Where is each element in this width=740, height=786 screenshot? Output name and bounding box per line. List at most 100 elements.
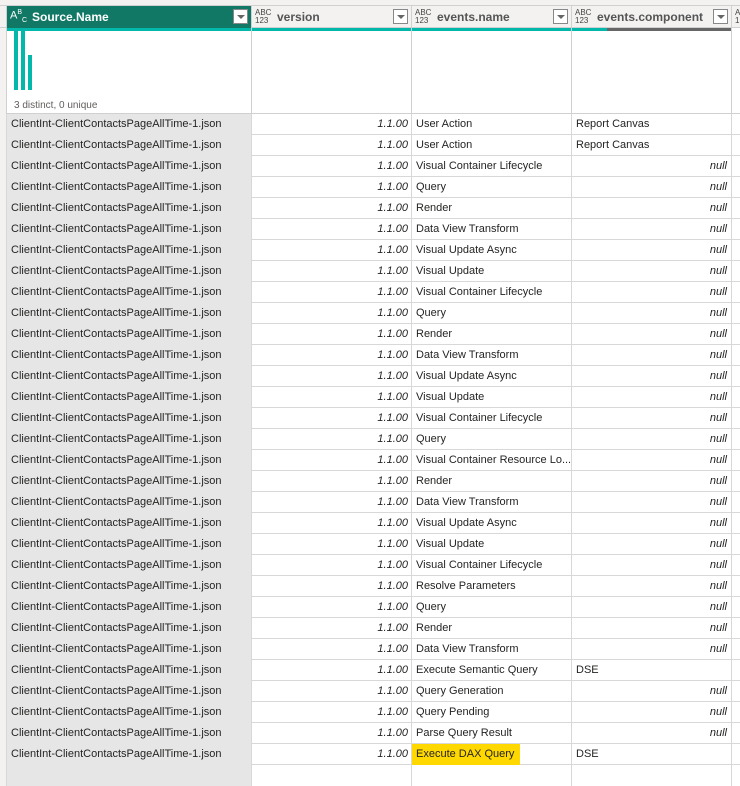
row-number[interactable]	[0, 450, 7, 471]
row-number[interactable]	[0, 429, 7, 450]
table-row[interactable]: ClientInt-ClientContactsPageAllTime-1.js…	[0, 408, 740, 429]
cell-events-component[interactable]: null	[572, 282, 732, 303]
cell-version[interactable]: 1.1.00	[252, 198, 412, 219]
cell-events-name[interactable]: Query	[412, 429, 572, 450]
table-row[interactable]: ClientInt-ClientContactsPageAllTime-1.js…	[0, 723, 740, 744]
cell-partial[interactable]	[732, 387, 740, 408]
row-number[interactable]	[0, 324, 7, 345]
cell-source-name[interactable]: ClientInt-ClientContactsPageAllTime-1.js…	[7, 408, 252, 429]
cell-version[interactable]: 1.1.00	[252, 156, 412, 177]
cell-version[interactable]: 1.1.00	[252, 345, 412, 366]
cell-source-name[interactable]: ClientInt-ClientContactsPageAllTime-1.js…	[7, 240, 252, 261]
cell-source-name[interactable]: ClientInt-ClientContactsPageAllTime-1.js…	[7, 471, 252, 492]
cell-partial[interactable]	[732, 198, 740, 219]
row-number[interactable]	[0, 660, 7, 681]
cell-source-name[interactable]: ClientInt-ClientContactsPageAllTime-1.js…	[7, 387, 252, 408]
cell-events-name[interactable]: Query Generation	[412, 681, 572, 702]
cell-events-component[interactable]: null	[572, 450, 732, 471]
cell-version[interactable]: 1.1.00	[252, 513, 412, 534]
row-number[interactable]	[0, 198, 7, 219]
row-number[interactable]	[0, 618, 7, 639]
filter-dropdown-icon[interactable]	[233, 9, 248, 24]
cell-version[interactable]: 1.1.00	[252, 219, 412, 240]
cell-version[interactable]: 1.1.00	[252, 597, 412, 618]
cell-events-name[interactable]: User Action	[412, 114, 572, 135]
row-number[interactable]	[0, 702, 7, 723]
row-number[interactable]	[0, 114, 7, 135]
row-number[interactable]	[0, 177, 7, 198]
cell-source-name[interactable]: ClientInt-ClientContactsPageAllTime-1.js…	[7, 429, 252, 450]
cell-version[interactable]: 1.1.00	[252, 408, 412, 429]
cell-partial[interactable]	[732, 555, 740, 576]
cell-version[interactable]: 1.1.00	[252, 282, 412, 303]
cell-events-name[interactable]: Query	[412, 597, 572, 618]
cell-source-name[interactable]: ClientInt-ClientContactsPageAllTime-1.js…	[7, 366, 252, 387]
cell-source-name[interactable]: ClientInt-ClientContactsPageAllTime-1.js…	[7, 744, 252, 786]
cell-events-component[interactable]: null	[572, 513, 732, 534]
cell-source-name[interactable]: ClientInt-ClientContactsPageAllTime-1.js…	[7, 303, 252, 324]
cell-events-component[interactable]: null	[572, 408, 732, 429]
cell-events-component[interactable]: null	[572, 387, 732, 408]
filter-dropdown-icon[interactable]	[553, 9, 568, 24]
cell-version[interactable]: 1.1.00	[252, 450, 412, 471]
cell-source-name[interactable]: ClientInt-ClientContactsPageAllTime-1.js…	[7, 492, 252, 513]
cell-source-name[interactable]: ClientInt-ClientContactsPageAllTime-1.js…	[7, 723, 252, 744]
cell-version[interactable]: 1.1.00	[252, 177, 412, 198]
cell-events-name[interactable]: Visual Container Lifecycle	[412, 282, 572, 303]
cell-events-name[interactable]: Render	[412, 471, 572, 492]
cell-source-name[interactable]: ClientInt-ClientContactsPageAllTime-1.js…	[7, 219, 252, 240]
column-header-partial[interactable]: A1	[732, 6, 740, 28]
cell-partial[interactable]	[732, 261, 740, 282]
cell-events-component[interactable]: null	[572, 597, 732, 618]
cell-partial[interactable]	[732, 681, 740, 702]
cell-events-component[interactable]: null	[572, 303, 732, 324]
table-row[interactable]: ClientInt-ClientContactsPageAllTime-1.js…	[0, 240, 740, 261]
cell-events-name[interactable]: Visual Update Async	[412, 513, 572, 534]
table-row[interactable]: ClientInt-ClientContactsPageAllTime-1.js…	[0, 345, 740, 366]
table-row[interactable]: ClientInt-ClientContactsPageAllTime-1.js…	[0, 303, 740, 324]
cell-events-name[interactable]: Query Pending	[412, 702, 572, 723]
column-header-events-name[interactable]: ABC 123 events.name	[412, 6, 572, 28]
cell-version[interactable]: 1.1.00	[252, 618, 412, 639]
cell-events-component[interactable]: null	[572, 639, 732, 660]
cell-version[interactable]: 1.1.00	[252, 114, 412, 135]
cell-version[interactable]: 1.1.00	[252, 660, 412, 681]
cell-events-component[interactable]: null	[572, 177, 732, 198]
cell-source-name[interactable]: ClientInt-ClientContactsPageAllTime-1.js…	[7, 513, 252, 534]
row-number[interactable]	[0, 135, 7, 156]
cell-events-component[interactable]: null	[572, 219, 732, 240]
table-row[interactable]: ClientInt-ClientContactsPageAllTime-1.js…	[0, 219, 740, 240]
cell-events-component[interactable]: null	[572, 156, 732, 177]
cell-partial[interactable]	[732, 744, 740, 786]
cell-events-component[interactable]: Report Canvas	[572, 114, 732, 135]
cell-version[interactable]: 1.1.00	[252, 240, 412, 261]
row-number[interactable]	[0, 471, 7, 492]
cell-events-component[interactable]: DSE	[572, 744, 732, 786]
cell-source-name[interactable]: ClientInt-ClientContactsPageAllTime-1.js…	[7, 639, 252, 660]
cell-events-component[interactable]: null	[572, 681, 732, 702]
cell-events-component[interactable]: null	[572, 492, 732, 513]
cell-source-name[interactable]: ClientInt-ClientContactsPageAllTime-1.js…	[7, 198, 252, 219]
cell-partial[interactable]	[732, 513, 740, 534]
cell-partial[interactable]	[732, 408, 740, 429]
cell-partial[interactable]	[732, 324, 740, 345]
cell-partial[interactable]	[732, 345, 740, 366]
cell-events-name[interactable]: Render	[412, 198, 572, 219]
row-number[interactable]	[0, 345, 7, 366]
row-number[interactable]	[0, 261, 7, 282]
cell-version[interactable]: 1.1.00	[252, 723, 412, 744]
row-header-corner[interactable]	[0, 6, 7, 28]
table-row[interactable]: ClientInt-ClientContactsPageAllTime-1.js…	[0, 618, 740, 639]
cell-version[interactable]: 1.1.00	[252, 135, 412, 156]
cell-partial[interactable]	[732, 135, 740, 156]
table-row[interactable]: ClientInt-ClientContactsPageAllTime-1.js…	[0, 555, 740, 576]
cell-events-name[interactable]: Execute DAX Query	[412, 744, 572, 786]
cell-source-name[interactable]: ClientInt-ClientContactsPageAllTime-1.js…	[7, 324, 252, 345]
cell-events-component[interactable]: null	[572, 471, 732, 492]
row-number[interactable]	[0, 597, 7, 618]
table-row[interactable]: ClientInt-ClientContactsPageAllTime-1.js…	[0, 387, 740, 408]
table-row[interactable]: ClientInt-ClientContactsPageAllTime-1.js…	[0, 639, 740, 660]
cell-events-name[interactable]: Visual Update	[412, 261, 572, 282]
cell-partial[interactable]	[732, 240, 740, 261]
cell-partial[interactable]	[732, 450, 740, 471]
